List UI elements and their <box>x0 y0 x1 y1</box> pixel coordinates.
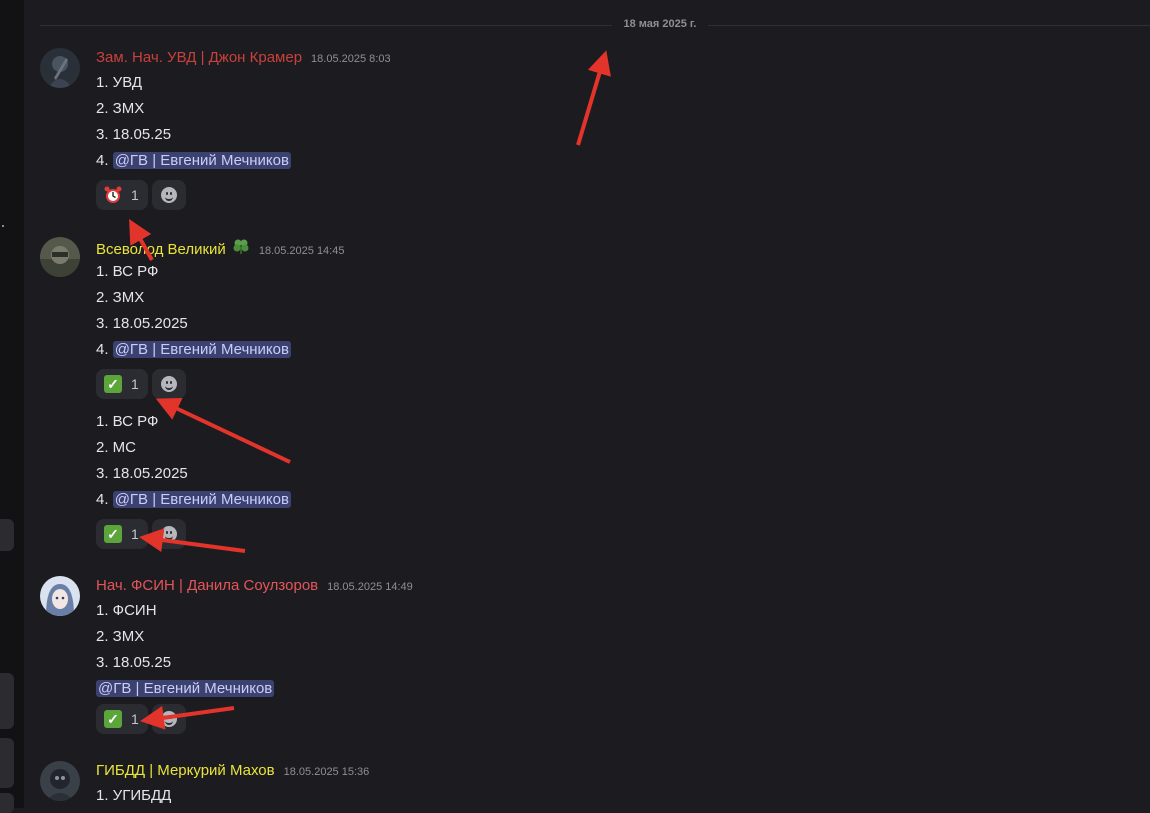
user-mention[interactable]: @ГВ | Евгений Мечников <box>96 680 275 697</box>
message-header: Нач. ФСИН | Данила Соулзоров 18.05.2025 … <box>96 577 413 594</box>
sidebar-item[interactable] <box>0 519 14 551</box>
sidebar-item[interactable] <box>0 673 14 729</box>
sidebar-item[interactable] <box>0 738 14 788</box>
sidebar-item[interactable] <box>0 793 14 813</box>
avatar[interactable] <box>40 48 80 88</box>
message-line: 1. УГИБДД <box>96 787 172 804</box>
message-line: 3. 18.05.25 <box>96 126 172 143</box>
message-line: 1. УВД <box>96 74 143 91</box>
annotation-arrow <box>576 50 611 146</box>
message-line: 3. 18.05.2025 <box>96 315 188 332</box>
add-reaction-button[interactable] <box>152 704 186 734</box>
list-number: 4. <box>96 152 109 169</box>
reaction-count: 1 <box>131 376 139 392</box>
reaction-button[interactable]: ✓ 1 <box>96 369 148 399</box>
message-line: 2. ЗМХ <box>96 289 145 306</box>
message-line: 1. ВС РФ <box>96 413 159 430</box>
message-line: 4. @ГВ | Евгений Мечников <box>96 490 291 510</box>
timestamp: 18.05.2025 8:03 <box>311 53 391 65</box>
message-line: 3. 18.05.25 <box>96 654 172 671</box>
avatar[interactable] <box>40 761 80 801</box>
message-line: 2. ЗМХ <box>96 100 145 117</box>
user-mention[interactable]: @ГВ | Евгений Мечников <box>112 341 291 358</box>
smile-icon <box>161 187 177 203</box>
smile-icon <box>161 526 177 542</box>
author-name[interactable]: Всеволод Великий <box>96 241 226 258</box>
reaction-button[interactable]: ✓ 1 <box>96 519 148 549</box>
alarm-clock-icon <box>103 185 123 205</box>
list-number: 4. <box>96 491 109 508</box>
reaction-button[interactable]: ✓ 1 <box>96 704 148 734</box>
reaction-button[interactable]: 1 <box>96 180 148 210</box>
avatar[interactable] <box>40 237 80 277</box>
author-name[interactable]: ГИБДД | Меркурий Махов <box>96 762 275 779</box>
date-divider-label: 18 мая 2025 г. <box>612 18 708 30</box>
timestamp: 18.05.2025 15:36 <box>283 766 370 778</box>
add-reaction-button[interactable] <box>152 519 186 549</box>
add-reaction-button[interactable] <box>152 180 186 210</box>
user-mention[interactable]: @ГВ | Евгений Мечников <box>112 491 291 508</box>
annotation-arrow <box>155 397 291 464</box>
date-divider <box>40 25 1150 26</box>
reaction-count: 1 <box>131 526 139 542</box>
message-line: @ГВ | Евгений Мечников <box>96 679 275 699</box>
reaction-count: 1 <box>131 187 139 203</box>
check-icon: ✓ <box>103 374 123 394</box>
message-header: ГИБДД | Меркурий Махов 18.05.2025 15:36 <box>96 762 369 779</box>
rail-indicator <box>2 225 4 227</box>
server-sidebar <box>0 0 24 813</box>
reaction-count: 1 <box>131 711 139 727</box>
message-line: 1. ВС РФ <box>96 263 159 280</box>
timestamp: 18.05.2025 14:49 <box>327 581 413 593</box>
message-line: 2. МС <box>96 439 137 456</box>
message-line: 1. ФСИН <box>96 602 157 619</box>
list-number: 4. <box>96 341 109 358</box>
user-mention[interactable]: @ГВ | Евгений Мечников <box>112 152 291 169</box>
smile-icon <box>161 711 177 727</box>
check-icon: ✓ <box>103 709 123 729</box>
timestamp: 18.05.2025 14:45 <box>258 245 345 257</box>
message-line: 4. @ГВ | Евгений Мечников <box>96 151 291 171</box>
message-header: Зам. Нач. УВД | Джон Крамер 18.05.2025 8… <box>96 49 391 66</box>
check-icon: ✓ <box>103 524 123 544</box>
clover-icon <box>232 238 250 259</box>
smile-icon <box>161 376 177 392</box>
author-name[interactable]: Нач. ФСИН | Данила Соулзоров <box>96 577 318 594</box>
message-header: Всеволод Великий 18.05.2025 14:45 <box>96 238 344 259</box>
add-reaction-button[interactable] <box>152 369 186 399</box>
avatar[interactable] <box>40 576 80 616</box>
author-name[interactable]: Зам. Нач. УВД | Джон Крамер <box>96 49 302 66</box>
message-line: 3. 18.05.2025 <box>96 465 188 482</box>
message-line: 2. ЗМХ <box>96 628 145 645</box>
message-line: 4. @ГВ | Евгений Мечников <box>96 340 291 360</box>
